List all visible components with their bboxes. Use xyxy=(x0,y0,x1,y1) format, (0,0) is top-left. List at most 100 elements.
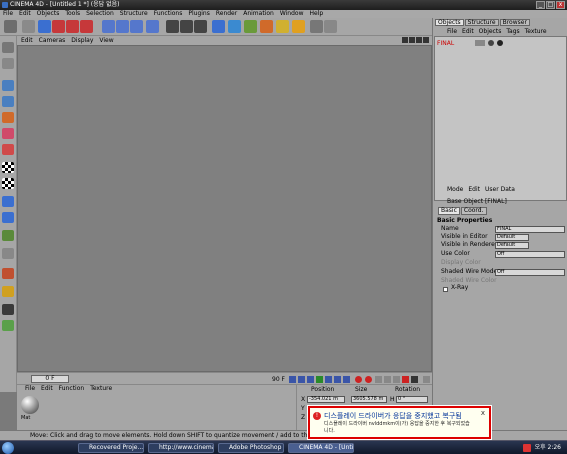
visible-in-editor-select[interactable]: Default xyxy=(495,234,529,241)
record-icon[interactable] xyxy=(355,376,362,383)
next-key-icon[interactable] xyxy=(334,376,341,383)
h-rotation-field[interactable]: 0 ° xyxy=(396,396,428,403)
taskbar-item-recovered-project[interactable]: Recovered Proje... xyxy=(78,443,144,453)
object-menu-file[interactable]: File xyxy=(447,28,457,36)
taskbar-item-cinema4d[interactable]: CINEMA 4D - [Unti... xyxy=(288,443,354,453)
key-rotation-icon[interactable] xyxy=(393,376,400,383)
rotate-view-icon[interactable] xyxy=(416,37,422,43)
smooth-tool-icon[interactable] xyxy=(2,320,14,331)
x-position-field[interactable]: -354.021 m xyxy=(307,396,345,403)
attr-menu-edit[interactable]: Edit xyxy=(468,186,480,194)
current-frame-field[interactable]: 0 F xyxy=(31,375,69,383)
checker-tool-icon[interactable] xyxy=(2,162,14,173)
zoom-icon[interactable] xyxy=(409,37,415,43)
polygons-tool-icon[interactable] xyxy=(2,144,14,155)
rotate-tool-icon[interactable] xyxy=(80,20,93,33)
object-name[interactable]: FINAL xyxy=(437,40,454,47)
workplane-icon[interactable] xyxy=(2,212,14,223)
material-menu-file[interactable]: File xyxy=(25,385,35,393)
viewport-menu-view[interactable]: View xyxy=(99,36,113,45)
render-to-picture-viewer-icon[interactable] xyxy=(194,20,207,33)
object-row[interactable]: FINAL xyxy=(437,39,504,47)
maximize-button[interactable]: □ xyxy=(546,1,555,9)
x-size-field[interactable]: 3605.578 m xyxy=(351,396,387,403)
soft-selection-icon[interactable] xyxy=(2,248,14,259)
render-view-icon[interactable] xyxy=(166,20,179,33)
texture-axis-tool-icon[interactable] xyxy=(2,96,14,107)
layout-icon[interactable] xyxy=(324,20,337,33)
material-tag-icon[interactable] xyxy=(488,40,495,46)
checker-alt-tool-icon[interactable] xyxy=(2,178,14,189)
use-object-tool-icon[interactable] xyxy=(2,58,14,69)
next-frame-icon[interactable] xyxy=(325,376,332,383)
minimize-button[interactable]: _ xyxy=(536,1,545,9)
use-color-select[interactable]: Off xyxy=(495,251,565,258)
pan-icon[interactable] xyxy=(402,37,408,43)
nurbs-icon[interactable] xyxy=(244,20,257,33)
object-menu-objects[interactable]: Objects xyxy=(479,28,502,36)
render-region-icon[interactable] xyxy=(180,20,193,33)
autokey-icon[interactable] xyxy=(365,376,372,383)
attr-menu-user-data[interactable]: User Data xyxy=(485,186,515,194)
tab-browser[interactable]: Browser xyxy=(499,19,530,26)
menu-selection[interactable]: Selection xyxy=(86,10,114,18)
previous-frame-icon[interactable] xyxy=(307,376,314,383)
redo-icon[interactable] xyxy=(22,20,35,33)
menu-render[interactable]: Render xyxy=(216,10,237,18)
tab-coord[interactable]: Coord. xyxy=(460,207,487,215)
animation-mode-icon[interactable] xyxy=(2,196,14,207)
viewport-menu-display[interactable]: Display xyxy=(71,36,93,45)
start-button-icon[interactable] xyxy=(2,442,14,454)
shaded-wire-mode-select[interactable]: Off xyxy=(495,269,565,276)
move-tool-icon[interactable] xyxy=(52,20,65,33)
object-menu-edit[interactable]: Edit xyxy=(462,28,474,36)
system-clock[interactable]: 오후 2:26 xyxy=(535,443,561,453)
viewport-menu-edit[interactable]: Edit xyxy=(21,36,33,45)
material-menu-function[interactable]: Function xyxy=(59,385,85,393)
tab-structure[interactable]: Structure xyxy=(464,19,499,26)
menu-plugins[interactable]: Plugins xyxy=(188,10,210,18)
menu-tools[interactable]: Tools xyxy=(65,10,80,18)
material-preview-sphere[interactable] xyxy=(21,396,39,414)
menu-edit[interactable]: Edit xyxy=(19,10,31,18)
driver-recovered-notification[interactable]: ! 디스플레이 드라이버가 응답을 중지했고 복구됨 디스플레이 드라이버 nv… xyxy=(308,406,491,439)
notification-close-button[interactable]: x xyxy=(481,409,485,417)
object-menu-tags[interactable]: Tags xyxy=(506,28,519,36)
paint-tool-icon[interactable] xyxy=(2,286,14,297)
attr-menu-mode[interactable]: Mode xyxy=(447,186,463,194)
points-tool-icon[interactable] xyxy=(2,112,14,123)
menu-file[interactable]: File xyxy=(3,10,13,18)
timeline-options-icon[interactable] xyxy=(423,376,430,383)
scale-tool-icon[interactable] xyxy=(66,20,79,33)
use-texture-tool-icon[interactable] xyxy=(2,80,14,91)
scene-object-icon[interactable] xyxy=(276,20,289,33)
material-menu-texture[interactable]: Texture xyxy=(90,385,112,393)
coordinate-system-icon[interactable] xyxy=(146,20,159,33)
key-parameter-icon[interactable] xyxy=(402,376,409,383)
use-model-tool-icon[interactable] xyxy=(2,42,14,53)
y-axis-lock-icon[interactable] xyxy=(116,20,129,33)
key-position-icon[interactable] xyxy=(375,376,382,383)
close-button[interactable]: x xyxy=(556,1,565,9)
go-to-end-icon[interactable] xyxy=(343,376,350,383)
name-field[interactable]: FINAL xyxy=(495,226,565,233)
material-menu-edit[interactable]: Edit xyxy=(41,385,53,393)
magnet-tool-icon[interactable] xyxy=(2,304,14,315)
3d-viewport[interactable] xyxy=(17,45,432,372)
light-icon[interactable] xyxy=(292,20,305,33)
deformer-icon[interactable] xyxy=(260,20,273,33)
spline-tool-icon[interactable] xyxy=(228,20,241,33)
help-pointer-icon[interactable] xyxy=(310,20,323,33)
menu-animation[interactable]: Animation xyxy=(243,10,274,18)
select-arrow-icon[interactable] xyxy=(38,20,51,33)
cube-primitive-icon[interactable] xyxy=(212,20,225,33)
previous-key-icon[interactable] xyxy=(298,376,305,383)
undo-icon[interactable] xyxy=(4,20,17,33)
menu-window[interactable]: Window xyxy=(280,10,304,18)
go-to-start-icon[interactable] xyxy=(289,376,296,383)
menu-structure[interactable]: Structure xyxy=(120,10,148,18)
play-icon[interactable] xyxy=(316,376,323,383)
menu-functions[interactable]: Functions xyxy=(154,10,183,18)
key-scale-icon[interactable] xyxy=(384,376,391,383)
maximize-view-icon[interactable] xyxy=(423,37,429,43)
